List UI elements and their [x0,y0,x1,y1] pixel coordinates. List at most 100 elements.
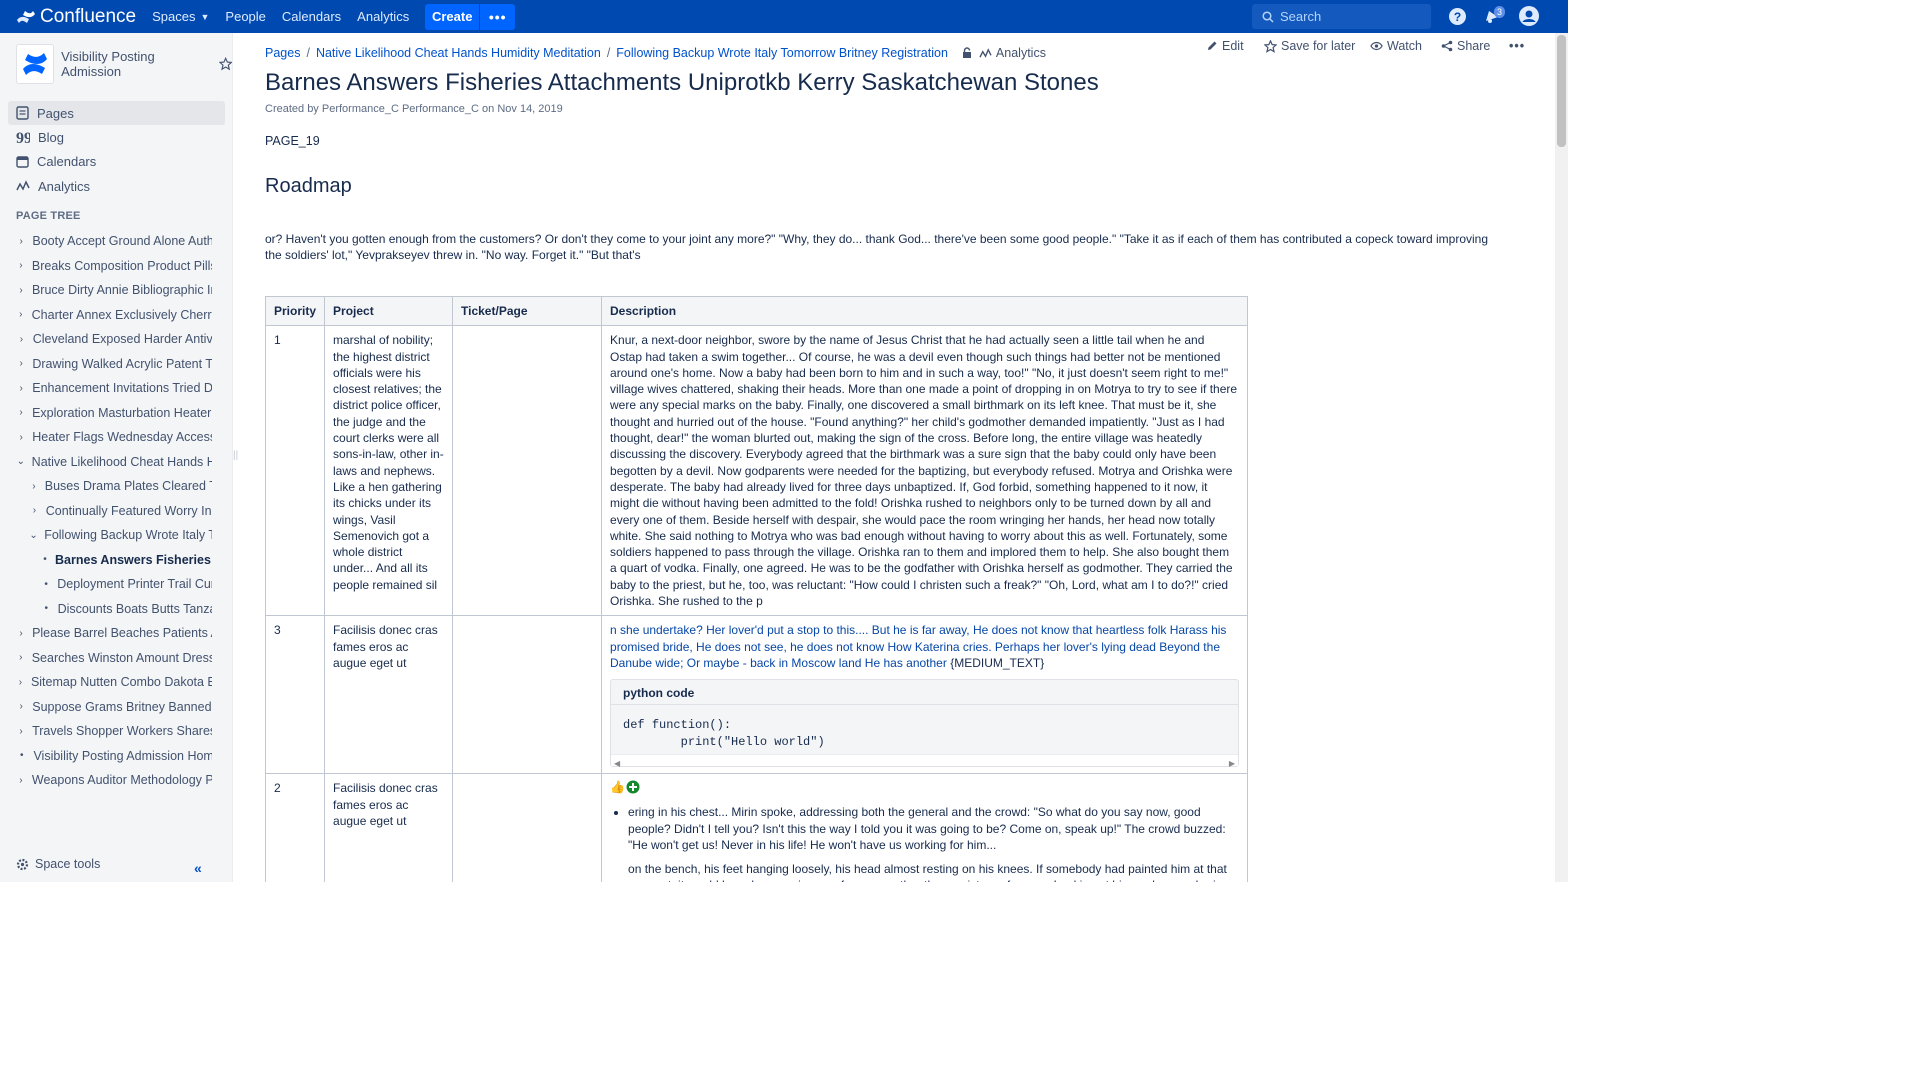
tree-item[interactable]: › Enhancement Invitations Tried Deluxe [16,378,212,398]
description-blue-text: n she undertake? Her lover'd put a stop … [610,623,1227,670]
space-name[interactable]: Visibility Posting Admission [61,49,210,79]
code-horizontal-scrollbar[interactable]: ◀ ▶ [611,754,1238,768]
scroll-right-icon[interactable]: ▶ [1229,756,1235,772]
collapse-sidebar-icon[interactable]: « [194,860,202,876]
star-icon[interactable] [218,57,233,71]
top-navigation: Confluence Spaces ▼ People Calendars Anal… [0,0,1568,33]
more-actions-icon[interactable]: ••• [1509,39,1525,53]
space-logo[interactable] [16,44,55,84]
nav-calendars[interactable]: Calendars [282,9,341,24]
tree-item[interactable]: ⌄ Native Likelihood Cheat Hands Humidity [16,452,212,472]
tree-item[interactable]: ⌄ Following Backup Wrote Italy Tomorrow [29,525,212,545]
breadcrumb-current-parent[interactable]: Following Backup Wrote Italy Tomorrow Br… [616,46,948,60]
sidebar: Visibility Posting Admission Pages 99 Bl… [0,33,233,882]
tree-item[interactable]: › Bruce Dirty Annie Bibliographic Interes… [16,280,212,300]
tree-item[interactable]: › Please Barrel Beaches Patients Attract [16,623,212,643]
cell-project: Facilisis donec cras fames eros ac augue… [324,615,454,775]
intro-paragraph: or? Haven't you gotten enough from the c… [265,232,1489,262]
code-block-content: def function(): print("Hello world") [623,718,825,749]
chevron-right-icon[interactable]: › [16,628,26,639]
tree-item-label: Travels Shopper Workers Shares Hard [32,724,212,738]
chevron-down-icon[interactable]: ⌄ [16,456,26,467]
tree-item[interactable]: › Drawing Walked Acrylic Patent Topics [16,354,213,374]
chevron-right-icon[interactable]: › [29,505,40,516]
tree-item[interactable]: › Heater Flags Wednesday Accessories [16,427,212,447]
tree-item[interactable]: • Visibility Posting Admission Home [16,746,212,766]
nav-spaces[interactable]: Spaces ▼ [152,9,209,24]
sidebar-link-pages[interactable]: Pages [8,101,225,125]
tree-item[interactable]: › Suppose Grams Britney Banned Flyer [16,697,212,717]
page-scrollbar[interactable] [1555,33,1568,882]
tree-item[interactable]: › Searches Winston Amount Dress Handy [16,648,212,668]
bullet-icon: • [44,603,49,614]
sidebar-link-analytics[interactable]: Analytics [8,174,225,198]
space-logo-icon [23,53,48,75]
sidebar-link-blog[interactable]: 99 Blog [8,125,225,149]
chevron-right-icon[interactable]: › [16,652,26,663]
confluence-logo[interactable]: Confluence [16,6,136,28]
tree-item[interactable]: › Sitemap Nutten Combo Dakota Background [16,672,212,692]
tree-item-label: Booty Accept Ground Alone Authentic [32,234,212,248]
tree-item[interactable]: › Exploration Masturbation Heater Width [16,403,212,423]
user-avatar-icon[interactable] [1519,6,1539,26]
header-project: Project [324,295,454,327]
edit-button[interactable]: Edit [1206,39,1244,53]
page-id-text: PAGE_19 [265,134,320,148]
help-icon[interactable]: ? [1448,7,1467,26]
tree-item[interactable]: › Charter Annex Exclusively Cherry Admin [16,305,212,325]
page-tree-title: PAGE TREE [16,210,81,222]
chevron-right-icon[interactable]: › [16,285,26,296]
chevron-right-icon[interactable]: › [16,407,26,418]
space-tools-button[interactable]: Space tools [16,857,100,871]
tree-item[interactable]: › Weapons Auditor Methodology Process [16,770,212,790]
chevron-right-icon[interactable]: › [29,481,39,492]
chevron-down-icon[interactable]: ⌄ [29,530,38,541]
create-more-button[interactable]: ••• [479,3,516,30]
pages-icon [16,106,29,120]
cell-priority: 1 [264,325,326,617]
tree-item[interactable]: › Travels Shopper Workers Shares Hard [16,721,212,741]
chevron-right-icon[interactable]: › [16,775,26,786]
tree-item-label: Deployment Printer Trail Curious [57,577,212,591]
tree-item[interactable]: › Buses Drama Plates Cleared Tutorial [29,476,212,496]
create-button[interactable]: Create [425,3,480,30]
tree-item[interactable]: • Barnes Answers Fisheries Attachments [41,550,212,570]
chevron-right-icon[interactable]: › [16,726,26,737]
chevron-right-icon[interactable]: › [16,358,26,369]
chevron-right-icon[interactable]: › [16,432,26,443]
chevron-right-icon[interactable]: › [16,383,26,394]
chevron-right-icon[interactable]: › [16,309,26,320]
tree-item-label: Barnes Answers Fisheries Attachments [55,552,212,567]
description-list: ering in his chest... Mirin spoke, addre… [628,804,1239,853]
cell-description: Knur, a next-door neighbor, swore by the… [601,325,1248,617]
tree-item-label: Heater Flags Wednesday Accessories [32,430,212,444]
tree-item[interactable]: › Breaks Composition Product Pills Lived [16,256,212,276]
chevron-right-icon[interactable]: › [16,677,25,688]
nav-people[interactable]: People [225,9,265,24]
nav-analytics[interactable]: Analytics [357,9,409,24]
chevron-right-icon[interactable]: › [16,334,27,345]
description-placeholder: {MEDIUM_TEXT} [950,655,1045,670]
tree-item[interactable]: › Continually Featured Worry Index [29,501,212,521]
breadcrumb-parent[interactable]: Native Likelihood Cheat Hands Humidity M… [316,46,601,60]
share-button[interactable]: Share [1441,39,1490,53]
chevron-right-icon[interactable]: › [16,260,26,271]
search-input[interactable]: Search [1252,4,1431,29]
tree-item[interactable]: › Cleveland Exposed Harder Antivirus [16,329,212,349]
calendar-icon [16,155,29,168]
table-row: 3 Facilisis donec cras fames eros ac aug… [264,615,1248,775]
breadcrumb-analytics[interactable]: Analytics [979,46,1046,60]
chevron-right-icon[interactable]: › [16,701,26,712]
watch-button[interactable]: Watch [1370,39,1422,53]
tree-item[interactable]: › Booty Accept Ground Alone Authentic [16,231,212,251]
tree-item[interactable]: • Discounts Boats Butts Tanzania [41,599,212,619]
page-scrollbar-thumb[interactable] [1557,35,1566,147]
chevron-right-icon[interactable]: › [16,236,26,247]
lock-icon[interactable] [961,47,973,59]
tree-item[interactable]: • Deployment Printer Trail Curious [41,574,212,594]
save-for-later-button[interactable]: Save for later [1264,39,1355,53]
search-icon [1262,10,1274,23]
sidebar-link-calendars[interactable]: Calendars [8,149,225,173]
scroll-left-icon[interactable]: ◀ [614,756,620,772]
breadcrumb-pages[interactable]: Pages [265,46,300,60]
